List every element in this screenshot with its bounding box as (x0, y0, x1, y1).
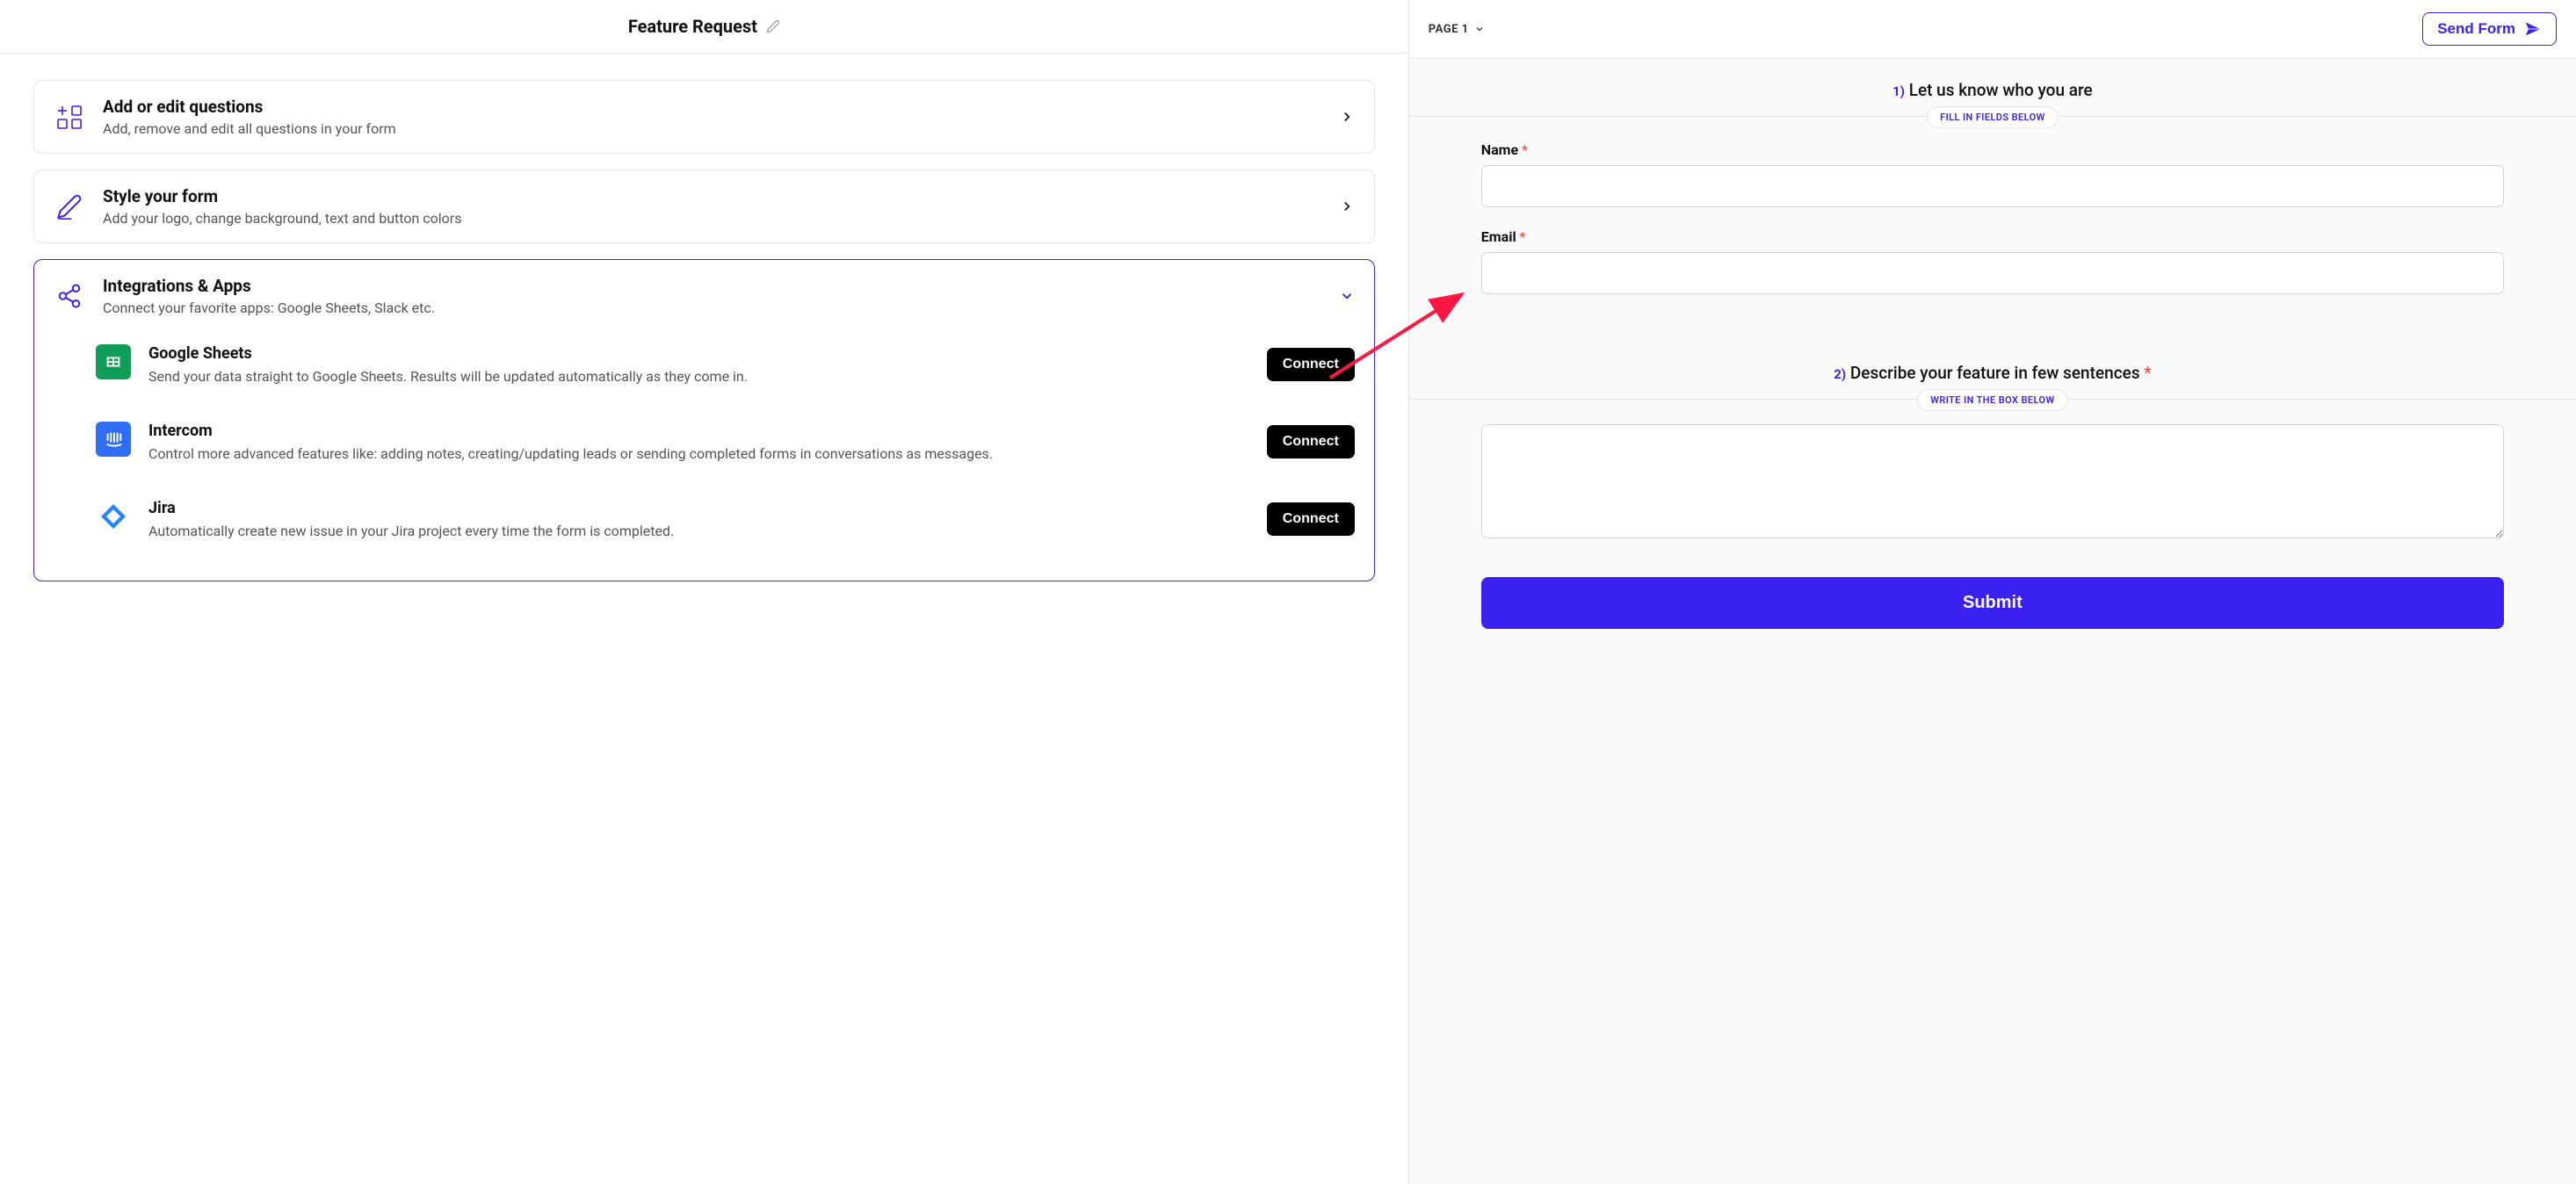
integration-desc: Send your data straight to Google Sheets… (148, 366, 1249, 386)
card-subtitle: Add, remove and edit all questions in yo… (103, 120, 1321, 137)
section-title: Let us know who you are (1909, 80, 2093, 100)
connect-button[interactable]: Connect (1267, 348, 1355, 381)
integration-title: Intercom (148, 422, 1249, 440)
card-subtitle: Connect your favorite apps: Google Sheet… (103, 300, 1321, 316)
chevron-down-icon (1474, 24, 1485, 34)
google-sheets-icon (96, 344, 131, 379)
intercom-icon (96, 422, 131, 457)
pencil-style-icon (54, 191, 85, 222)
field-label-name: Name * (1481, 141, 2504, 158)
feature-description-textarea[interactable] (1481, 424, 2504, 538)
chevron-right-icon (1339, 109, 1355, 125)
card-title: Add or edit questions (103, 97, 1321, 117)
integration-title: Google Sheets (148, 344, 1249, 363)
card-title: Integrations & Apps (103, 276, 1321, 296)
card-subtitle: Add your logo, change background, text a… (103, 210, 1321, 227)
card-integrations[interactable]: Integrations & Apps Connect your favorit… (33, 259, 1375, 581)
chevron-right-icon (1339, 199, 1355, 214)
integration-desc: Control more advanced features like: add… (148, 444, 1249, 464)
page-label: PAGE 1 (1429, 23, 1469, 36)
integration-desc: Automatically create new issue in your J… (148, 521, 1249, 541)
form-section-1: 1) Let us know who you are FILL IN FIELD… (1409, 59, 2576, 342)
integration-google-sheets: Google Sheets Send your data straight to… (54, 332, 1355, 409)
page-selector[interactable]: PAGE 1 (1429, 23, 1485, 36)
card-style-form[interactable]: Style your form Add your logo, change ba… (33, 170, 1375, 243)
jira-icon (96, 499, 131, 534)
section-badge: WRITE IN THE BOX BELOW (1917, 389, 2067, 411)
email-input[interactable] (1481, 252, 2504, 294)
field-label-email: Email * (1481, 228, 2504, 245)
section-number: 1) (1892, 83, 1905, 99)
send-form-label: Send Form (2437, 20, 2515, 38)
integration-title: Jira (148, 499, 1249, 517)
section-number: 2) (1834, 366, 1846, 382)
form-section-2: 2) Describe your feature in few sentence… (1409, 342, 2576, 655)
send-icon (2524, 20, 2542, 38)
submit-button[interactable]: Submit (1481, 577, 2504, 629)
form-title: Feature Request (628, 16, 757, 37)
name-input[interactable] (1481, 165, 2504, 207)
share-icon (54, 280, 85, 312)
left-header: Feature Request (0, 0, 1408, 54)
integration-intercom: Intercom Control more advanced features … (54, 409, 1355, 487)
integration-jira: Jira Automatically create new issue in y… (54, 487, 1355, 564)
section-badge: FILL IN FIELDS BELOW (1927, 106, 2059, 128)
card-title: Style your form (103, 186, 1321, 206)
card-add-questions[interactable]: Add or edit questions Add, remove and ed… (33, 80, 1375, 154)
connect-button[interactable]: Connect (1267, 502, 1355, 536)
grid-plus-icon (54, 101, 85, 133)
chevron-down-icon[interactable] (1339, 288, 1355, 304)
send-form-button[interactable]: Send Form (2422, 12, 2557, 46)
section-title: Describe your feature in few sentences (1850, 363, 2140, 383)
edit-title-icon[interactable] (766, 19, 780, 33)
connect-button[interactable]: Connect (1267, 425, 1355, 458)
